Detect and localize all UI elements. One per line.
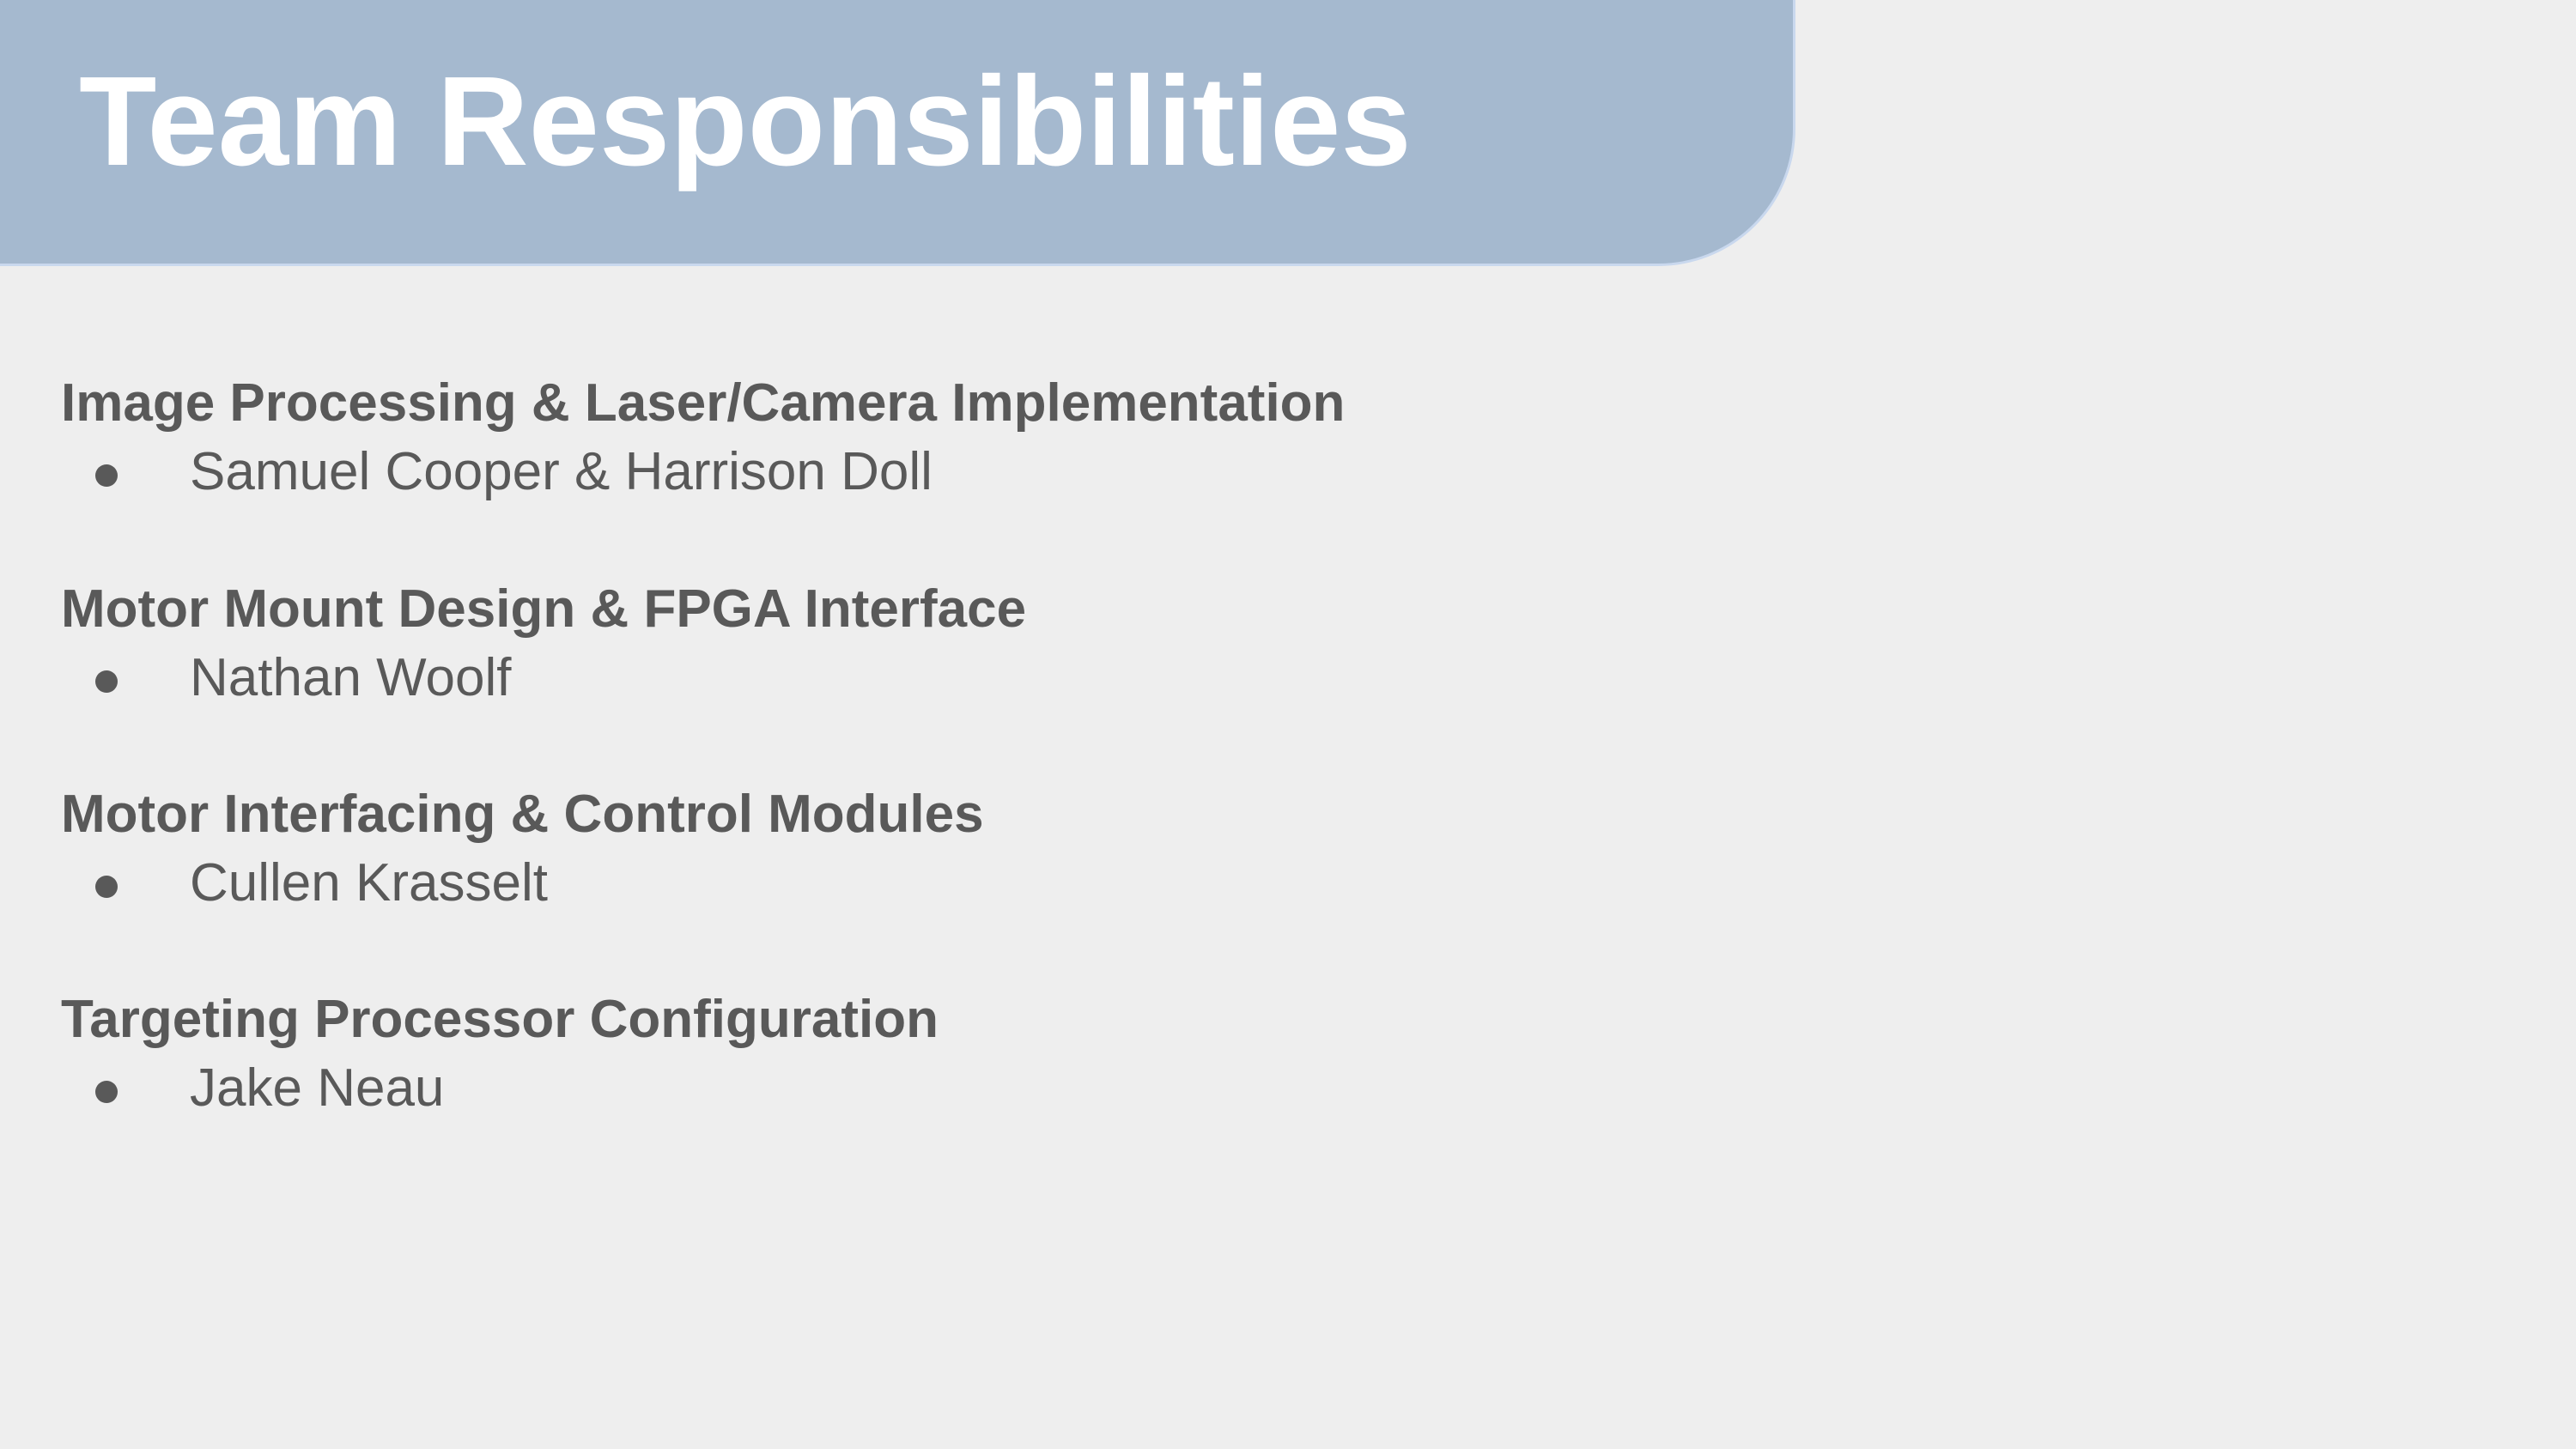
- section-heading: Targeting Processor Configuration: [61, 990, 939, 1049]
- section-heading: Motor Interfacing & Control Modules: [61, 785, 984, 844]
- slide-title: Team Responsibilities: [79, 51, 1412, 192]
- list-item: Cullen Krasselt: [61, 849, 1950, 918]
- list-item: Samuel Cooper & Harrison Doll: [61, 438, 1950, 506]
- member-names: Jake Neau: [190, 1058, 445, 1118]
- member-names: Cullen Krasselt: [190, 853, 548, 912]
- responsibility-section: Motor Interfacing & Control Modules Cull…: [61, 780, 1950, 918]
- bullet-icon: [95, 876, 118, 898]
- section-heading: Motor Mount Design & FPGA Interface: [61, 579, 1027, 639]
- section-heading: Image Processing & Laser/Camera Implemen…: [61, 373, 1346, 433]
- bullet-icon: [95, 464, 118, 487]
- member-names: Samuel Cooper & Harrison Doll: [190, 442, 933, 501]
- responsibility-section: Motor Mount Design & FPGA Interface Nath…: [61, 575, 1950, 712]
- responsibility-section: Image Processing & Laser/Camera Implemen…: [61, 369, 1950, 506]
- bullet-icon: [95, 1081, 118, 1103]
- list-item: Nathan Woolf: [61, 644, 1950, 712]
- list-item: Jake Neau: [61, 1054, 1950, 1123]
- responsibility-section: Targeting Processor Configuration Jake N…: [61, 985, 1950, 1123]
- bullet-icon: [95, 670, 118, 693]
- member-names: Nathan Woolf: [190, 648, 512, 707]
